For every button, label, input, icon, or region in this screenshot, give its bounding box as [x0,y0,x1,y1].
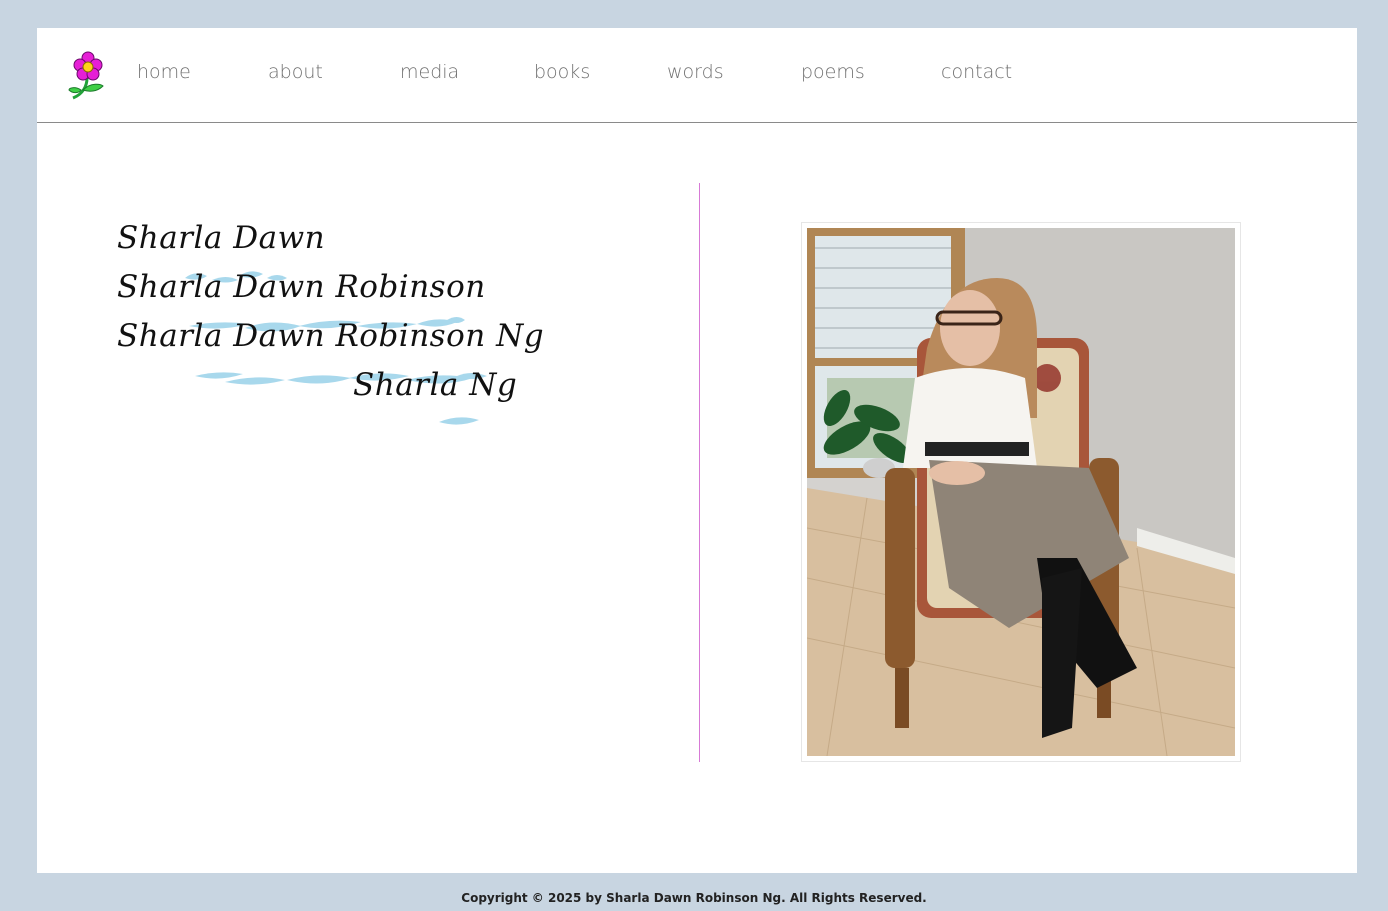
flower-logo-icon[interactable] [67,50,109,104]
name-line-2: Sharla Dawn Robinson [117,269,486,305]
nav-poems[interactable]: poems [801,61,865,83]
nav-books[interactable]: books [534,61,590,83]
page-content: home about media books words poems conta… [37,28,1357,873]
nav-home[interactable]: home [137,61,191,83]
nav-contact[interactable]: contact [941,61,1012,83]
navbar: home about media books words poems conta… [37,28,1357,123]
name-line-1: Sharla Dawn [117,220,326,256]
name-line-4: Sharla Ng [353,367,518,403]
nav-about[interactable]: about [268,61,323,83]
name-evolution-artwork: Sharla Dawn Sharla Dawn Robinson Sharla … [117,208,544,448]
portrait-photo-frame [801,222,1241,762]
footer-copyright: Copyright © 2025 by Sharla Dawn Robinson… [461,891,927,905]
vertical-divider [699,183,700,762]
name-line-3: Sharla Dawn Robinson Ng [117,318,545,354]
portrait-photo [807,228,1235,756]
nav-media[interactable]: media [400,61,459,83]
nav-words[interactable]: words [667,61,724,83]
